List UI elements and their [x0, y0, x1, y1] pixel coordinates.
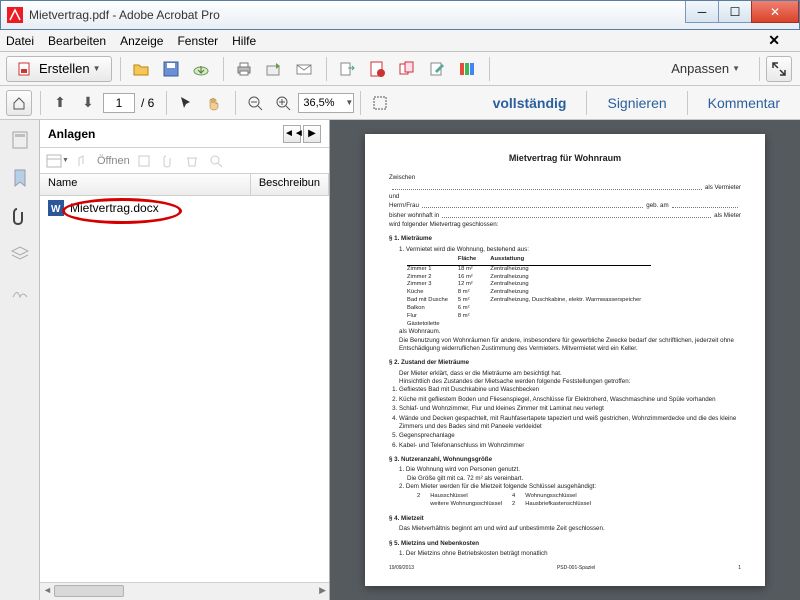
minimize-button[interactable]: ─ — [685, 1, 719, 23]
attachments-icon[interactable] — [10, 206, 30, 226]
combine-button[interactable] — [393, 56, 421, 82]
navigation-pane-strip — [0, 120, 40, 600]
page-total: / 6 — [141, 96, 154, 110]
word-doc-icon: W — [48, 200, 64, 216]
panel-prev-button[interactable]: ◄◄ — [283, 125, 301, 143]
zoom-out-icon — [247, 95, 263, 111]
attachment-row[interactable]: W Mietvertrag.docx — [40, 196, 329, 220]
customize-button[interactable]: Anpassen ▼ — [660, 56, 751, 82]
export-icon — [338, 60, 356, 78]
cursor-icon — [178, 95, 194, 111]
envelope-icon — [295, 60, 313, 78]
add-attachment-button[interactable] — [158, 151, 178, 171]
hand-icon — [206, 95, 222, 111]
comment-button[interactable]: Kommentar — [694, 95, 794, 111]
acrobat-icon — [7, 7, 23, 23]
form-icon — [368, 60, 386, 78]
main-toolbar: Erstellen ▼ Anpassen ▼ — [0, 52, 800, 86]
cloud-icon — [192, 60, 210, 78]
open-attachment-button[interactable] — [73, 151, 93, 171]
menu-fenster[interactable]: Fenster — [177, 34, 218, 48]
combine-icon — [398, 60, 416, 78]
maximize-button[interactable]: ☐ — [718, 1, 752, 23]
panel-next-button[interactable]: ▶ — [303, 125, 321, 143]
chevron-down-icon: ▼ — [732, 64, 740, 73]
window-titlebar: Mietvertrag.pdf - Adobe Acrobat Pro ─ ☐ … — [0, 0, 800, 30]
attachment-list: W Mietvertrag.docx — [40, 196, 329, 582]
next-page-button[interactable]: ⬇ — [75, 90, 101, 116]
create-form-button[interactable] — [363, 56, 391, 82]
home-icon — [12, 96, 26, 110]
bookmarks-icon[interactable] — [10, 168, 30, 188]
zoom-in-button[interactable] — [270, 90, 296, 116]
fullscreen-button[interactable] — [766, 56, 792, 82]
tools-full-button[interactable]: vollständig — [479, 95, 581, 111]
menu-bar: Datei Bearbeiten Anzeige Fenster Hilfe ✕ — [0, 30, 800, 52]
view-options-button[interactable]: ▼ — [46, 151, 69, 171]
hand-tool-button[interactable] — [201, 90, 227, 116]
close-button[interactable]: ✕ — [751, 1, 799, 23]
panel-toolbar: ▼ Öffnen — [40, 148, 329, 174]
print-button[interactable] — [230, 56, 258, 82]
pdf-page: Mietvertrag für Wohnraum Zwischen als Ve… — [365, 134, 765, 586]
create-pdf-icon — [17, 61, 33, 77]
menu-hilfe[interactable]: Hilfe — [232, 34, 256, 48]
document-close-button[interactable]: ✕ — [768, 32, 780, 49]
marquee-zoom-button[interactable] — [367, 90, 393, 116]
menu-datei[interactable]: Datei — [6, 34, 34, 48]
open-button[interactable] — [127, 56, 155, 82]
column-name[interactable]: Name — [40, 174, 251, 195]
zoom-in-icon — [275, 95, 291, 111]
layers-icon[interactable] — [10, 244, 30, 264]
sign-button[interactable]: Signieren — [593, 95, 680, 111]
save-button[interactable] — [157, 56, 185, 82]
export-button[interactable] — [333, 56, 361, 82]
open-icon — [76, 154, 90, 168]
column-description[interactable]: Beschreibun — [251, 174, 329, 195]
menu-bearbeiten[interactable]: Bearbeiten — [48, 34, 106, 48]
email-button[interactable] — [290, 56, 318, 82]
trash-icon — [185, 154, 199, 168]
marquee-icon — [372, 95, 388, 111]
panel-title: Anlagen — [48, 127, 95, 141]
save-attachment-button[interactable] — [134, 151, 154, 171]
edit-button[interactable] — [423, 56, 451, 82]
prev-page-button[interactable]: ⬆ — [47, 90, 73, 116]
select-tool-button[interactable] — [173, 90, 199, 116]
create-button[interactable]: Erstellen ▼ — [6, 56, 112, 82]
doc-title: Mietvertrag für Wohnraum — [389, 152, 741, 164]
add-icon — [161, 154, 175, 168]
first-page-button[interactable] — [6, 90, 32, 116]
cloud-button[interactable] — [187, 56, 215, 82]
search-attachment-button[interactable] — [206, 151, 226, 171]
search-icon — [209, 154, 223, 168]
zoom-level-input[interactable]: 36,5%▼ — [298, 93, 354, 113]
chevron-down-icon: ▼ — [345, 98, 353, 107]
svg-text:W: W — [51, 204, 61, 215]
attachment-name: Mietvertrag.docx — [70, 201, 159, 215]
window-title: Mietvertrag.pdf - Adobe Acrobat Pro — [29, 8, 686, 22]
zoom-out-button[interactable] — [242, 90, 268, 116]
delete-attachment-button[interactable] — [182, 151, 202, 171]
share-icon — [265, 60, 283, 78]
page-number-input[interactable] — [103, 93, 135, 113]
save-icon — [162, 60, 180, 78]
thumbnails-icon[interactable] — [10, 130, 30, 150]
share-button[interactable] — [260, 56, 288, 82]
printer-icon — [235, 60, 253, 78]
expand-icon — [771, 61, 787, 77]
folder-open-icon — [132, 60, 150, 78]
chevron-down-icon: ▼ — [93, 64, 101, 73]
save-attach-icon — [137, 154, 151, 168]
panel-hscrollbar[interactable]: ◄▶ — [40, 582, 329, 600]
signatures-icon[interactable] — [10, 282, 30, 302]
multimedia-icon — [458, 60, 476, 78]
open-label[interactable]: Öffnen — [97, 155, 130, 167]
menu-anzeige[interactable]: Anzeige — [120, 34, 163, 48]
edit-icon — [428, 60, 446, 78]
navigation-toolbar: ⬆ ⬇ / 6 36,5%▼ vollständig Signieren Kom… — [0, 86, 800, 120]
attachments-panel: Anlagen ◄◄ ▶ ▼ Öffnen Name Beschreibun W… — [40, 120, 330, 600]
document-viewer[interactable]: Mietvertrag für Wohnraum Zwischen als Ve… — [330, 120, 800, 600]
multimedia-button[interactable] — [453, 56, 481, 82]
